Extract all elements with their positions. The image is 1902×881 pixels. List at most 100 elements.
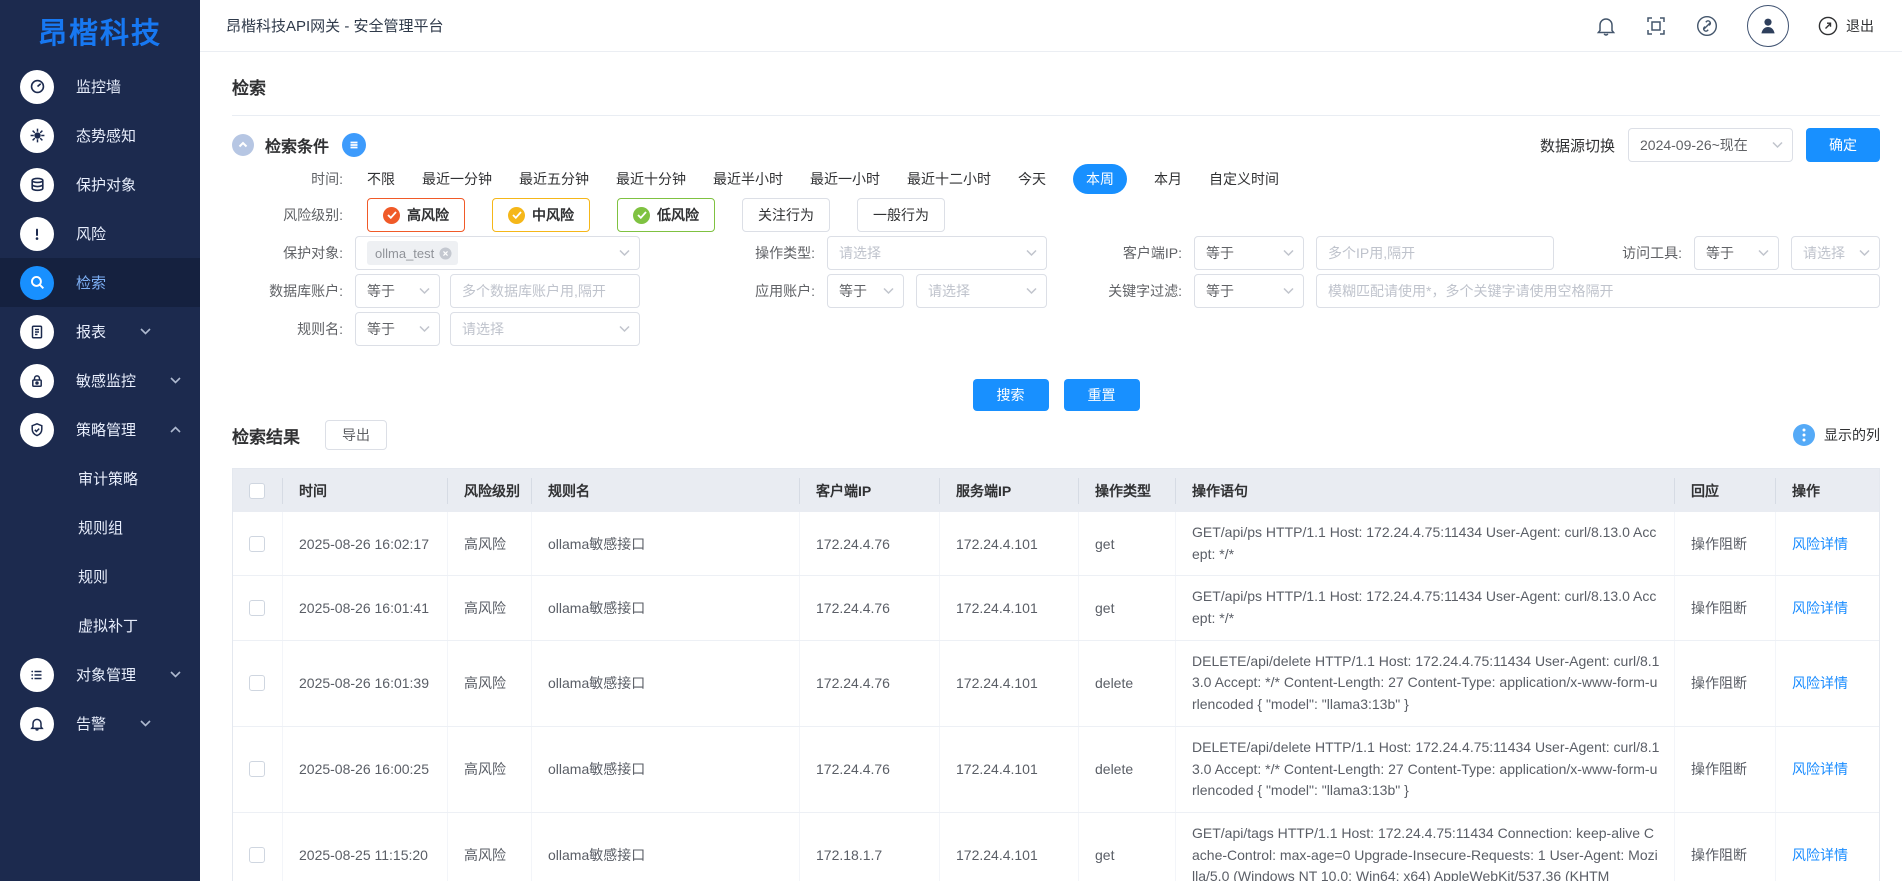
- table-row: 2025-08-26 16:00:25高风险ollama敏感接口172.24.4…: [233, 727, 1879, 813]
- time-option-6[interactable]: 最近十二小时: [907, 164, 991, 194]
- risk-button-1[interactable]: 中风险: [492, 198, 590, 232]
- client-ip-op-select[interactable]: 等于: [1194, 236, 1304, 270]
- risk-button-4[interactable]: 一般行为: [857, 198, 945, 232]
- cell-select: [233, 727, 283, 812]
- cell-client-ip: 172.18.1.7: [800, 813, 940, 881]
- sidebar-item-alarm[interactable]: 告警: [0, 699, 200, 748]
- avatar[interactable]: [1747, 5, 1789, 47]
- keyword-input[interactable]: [1316, 274, 1880, 308]
- export-button[interactable]: 导出: [325, 420, 387, 450]
- risk-detail-link[interactable]: 风险详情: [1792, 759, 1848, 779]
- cell-statement: GET/api/tags HTTP/1.1 Host: 172.24.4.75:…: [1176, 813, 1675, 881]
- risk-button-2[interactable]: 低风险: [617, 198, 715, 232]
- sidebar-item-search[interactable]: 检索: [0, 258, 200, 307]
- sidebar-item-policy[interactable]: 策略管理: [0, 405, 200, 454]
- sidebar-item-situation[interactable]: 态势感知: [0, 111, 200, 160]
- chevron-down-icon: [140, 328, 151, 335]
- table-header-row: 时间风险级别规则名客户端IP服务端IP操作类型操作语句回应操作: [233, 469, 1879, 512]
- collapse-icon[interactable]: [232, 134, 254, 156]
- topbar-actions: 退出: [1595, 5, 1874, 47]
- sidebar-item-dashboard[interactable]: 监控墙: [0, 62, 200, 111]
- row-checkbox[interactable]: [249, 675, 265, 691]
- risk-detail-link[interactable]: 风险详情: [1792, 534, 1848, 554]
- protect-tag: ollma_test: [367, 241, 458, 265]
- sidebar-item-objects[interactable]: 对象管理: [0, 650, 200, 699]
- bell-icon[interactable]: [1595, 15, 1617, 37]
- risk-detail-link[interactable]: 风险详情: [1792, 845, 1848, 865]
- chevron-down-icon: [1283, 250, 1294, 257]
- datasource-select[interactable]: 2024-09-26~现在: [1628, 128, 1793, 162]
- reset-button[interactable]: 重置: [1064, 379, 1140, 411]
- select-all-checkbox[interactable]: [249, 483, 265, 499]
- access-tool-op-select[interactable]: 等于: [1694, 236, 1779, 270]
- app-title: 昂楷科技API网关 - 安全管理平台: [226, 15, 444, 36]
- row-checkbox[interactable]: [249, 536, 265, 552]
- access-tool-select[interactable]: 请选择: [1791, 236, 1880, 270]
- keyword-label: 关键字过滤:: [992, 274, 1182, 308]
- sidebar-item-protect[interactable]: 保护对象: [0, 160, 200, 209]
- cell-select: [233, 641, 283, 726]
- sidebar-item-report[interactable]: 报表: [0, 307, 200, 356]
- chevron-down-icon: [619, 326, 630, 333]
- app-account-placeholder: 请选择: [928, 281, 970, 301]
- form-actions: 搜索 重置: [232, 379, 1880, 411]
- close-icon[interactable]: [439, 247, 452, 260]
- time-option-4[interactable]: 最近半小时: [713, 164, 783, 194]
- logout-button[interactable]: 退出: [1817, 15, 1874, 37]
- sidebar-subitem[interactable]: 规则组: [0, 503, 200, 552]
- db-account-op-select[interactable]: 等于: [355, 274, 440, 308]
- link-icon[interactable]: [1695, 14, 1719, 38]
- sidebar-subitem[interactable]: 规则: [0, 552, 200, 601]
- time-options: 不限最近一分钟最近五分钟最近十分钟最近半小时最近一小时最近十二小时今天本周本月自…: [367, 164, 1279, 194]
- cell-action: 风险详情: [1776, 512, 1879, 575]
- sidebar-item-label: 对象管理: [76, 664, 136, 685]
- time-option-2[interactable]: 最近五分钟: [519, 164, 589, 194]
- row-checkbox[interactable]: [249, 600, 265, 616]
- column-header-rule-name: 规则名: [532, 478, 800, 504]
- op-type-placeholder: 请选择: [839, 243, 881, 263]
- keyword-op-select[interactable]: 等于: [1194, 274, 1304, 308]
- rule-name-placeholder: 请选择: [462, 319, 504, 339]
- sidebar-subitem[interactable]: 虚拟补丁: [0, 601, 200, 650]
- chevron-up-icon: [170, 426, 181, 433]
- risk-detail-link[interactable]: 风险详情: [1792, 673, 1848, 693]
- app-account-op-select[interactable]: 等于: [827, 274, 904, 308]
- search-icon: [20, 266, 54, 300]
- time-option-5[interactable]: 最近一小时: [810, 164, 880, 194]
- sidebar-item-risk[interactable]: 风险: [0, 209, 200, 258]
- client-ip-label: 客户端IP:: [992, 236, 1182, 270]
- sidebar-subitem[interactable]: 审计策略: [0, 454, 200, 503]
- fullscreen-icon[interactable]: [1645, 15, 1667, 37]
- statement-text: DELETE/api/delete HTTP/1.1 Host: 172.24.…: [1192, 737, 1660, 802]
- row-checkbox[interactable]: [249, 847, 265, 863]
- condition-menu-icon[interactable]: [342, 133, 366, 157]
- rule-name-select[interactable]: 请选择: [450, 312, 640, 346]
- sidebar-item-label: 告警: [76, 713, 106, 734]
- cell-server-ip: 172.24.4.101: [940, 576, 1079, 639]
- time-option-7[interactable]: 今天: [1018, 164, 1046, 194]
- risk-button-0[interactable]: 高风险: [367, 198, 465, 232]
- cell-server-ip: 172.24.4.101: [940, 641, 1079, 726]
- cell-server-ip: 172.24.4.101: [940, 727, 1079, 812]
- filter-row-2: 数据库账户: 等于 应用账户: 等于 请选择 关键字过滤: 等于: [232, 274, 1880, 308]
- rule-name-op-select[interactable]: 等于: [355, 312, 440, 346]
- cell-time: 2025-08-25 11:15:20: [283, 813, 448, 881]
- show-columns-button[interactable]: 显示的列: [1793, 424, 1880, 446]
- time-option-8[interactable]: 本周: [1073, 164, 1127, 194]
- sidebar-item-label: 检索: [76, 272, 106, 293]
- time-option-3[interactable]: 最近十分钟: [616, 164, 686, 194]
- db-account-input[interactable]: [450, 274, 640, 308]
- time-option-1[interactable]: 最近一分钟: [422, 164, 492, 194]
- search-button[interactable]: 搜索: [973, 379, 1049, 411]
- risk-detail-link[interactable]: 风险详情: [1792, 598, 1848, 618]
- time-option-10[interactable]: 自定义时间: [1209, 164, 1279, 194]
- protect-select[interactable]: ollma_test: [355, 236, 640, 270]
- time-option-9[interactable]: 本月: [1154, 164, 1182, 194]
- time-option-0[interactable]: 不限: [367, 164, 395, 194]
- risk-button-3[interactable]: 关注行为: [742, 198, 830, 232]
- row-checkbox[interactable]: [249, 761, 265, 777]
- sidebar-item-sensitive[interactable]: 敏感监控: [0, 356, 200, 405]
- cell-action: 风险详情: [1776, 641, 1879, 726]
- table-row: 2025-08-26 16:02:17高风险ollama敏感接口172.24.4…: [233, 512, 1879, 576]
- confirm-button[interactable]: 确定: [1806, 128, 1880, 162]
